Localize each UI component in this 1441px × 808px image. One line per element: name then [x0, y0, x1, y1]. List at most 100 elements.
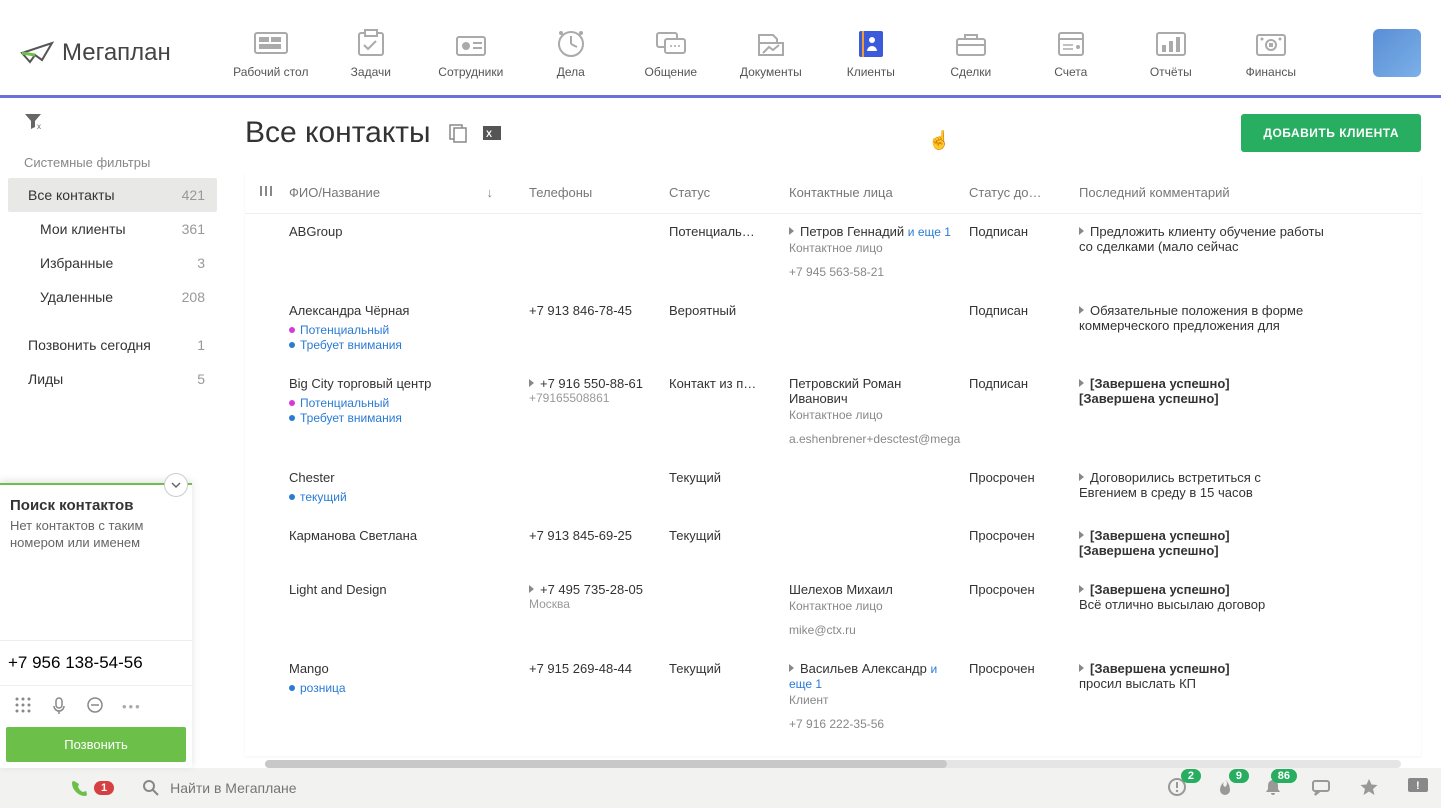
row-name: Big City торговый центр [289, 376, 513, 391]
nav-item-8[interactable]: Счета [1031, 27, 1111, 79]
sidebar-item-label: Удаленные [40, 289, 113, 305]
row-status: Потенциаль… [661, 214, 781, 294]
tag: Потенциальный [289, 396, 389, 410]
dialpad-icon[interactable] [14, 696, 32, 717]
nav-item-2[interactable]: Сотрудники [431, 27, 511, 79]
nav-icon [951, 27, 991, 59]
nav-label: Документы [740, 65, 802, 79]
main: x Системные фильтры Все контакты421Мои к… [0, 98, 1441, 768]
row-contact-extra: a.eshenbrener+desctest@mega [789, 432, 953, 446]
mic-icon[interactable] [50, 696, 68, 717]
user-avatar[interactable] [1373, 29, 1421, 77]
bell-icon[interactable]: 86 [1263, 777, 1283, 800]
row-contact-name: Шелехов Михаил [789, 582, 893, 597]
row-deal-status: Подписан [961, 293, 1071, 366]
col-phone[interactable]: Телефоны [521, 172, 661, 214]
row-contact-more[interactable]: и еще 1 [908, 225, 951, 239]
nav-item-0[interactable]: Рабочий стол [231, 27, 311, 79]
row-phone-sub: Москва [529, 597, 653, 611]
phone-badge: 1 [94, 781, 114, 795]
sidebar-item[interactable]: Мои клиенты361 [0, 212, 225, 246]
table-row[interactable]: Стенков Илья +79158741593 [245, 745, 1421, 756]
horizontal-scrollbar[interactable] [265, 760, 1401, 768]
row-contact-sub: Контактное лицо [789, 599, 953, 613]
footer-search-input[interactable] [170, 780, 1159, 796]
nav-icon [251, 27, 291, 59]
tag: Требует внимания [289, 338, 402, 352]
row-phone: +7 913 846-78-45 [529, 303, 632, 318]
row-comment: [Завершена успешно] [1090, 376, 1230, 391]
sidebar-item[interactable]: Лиды5 [0, 362, 225, 396]
nav-icon [551, 27, 591, 59]
minus-circle-icon[interactable] [86, 696, 104, 717]
table-row[interactable]: ABGroupПотенциаль…Петров Геннадий и еще … [245, 214, 1421, 294]
col-contacts[interactable]: Контактные лица [781, 172, 961, 214]
footer: 1 2 9 86 ! [0, 768, 1441, 808]
nav-item-5[interactable]: Документы [731, 27, 811, 79]
row-deal-status: Просрочен [961, 651, 1071, 745]
nav-item-9[interactable]: Отчёты [1131, 27, 1211, 79]
columns-config-icon[interactable] [259, 184, 273, 198]
filter-icon[interactable]: x [24, 112, 42, 130]
star-icon[interactable] [1359, 777, 1379, 800]
nav-item-1[interactable]: Задачи [331, 27, 411, 79]
row-deal-status: Просрочен [961, 518, 1071, 572]
sidebar-item[interactable]: Все контакты421 [8, 178, 217, 212]
row-contact-name: Петровский Роман Иванович [789, 376, 901, 406]
table-row[interactable]: Карманова Светлана+7 913 845-69-25Текущи… [245, 518, 1421, 572]
nav-item-10[interactable]: Финансы [1231, 27, 1311, 79]
nav-item-3[interactable]: Дела [531, 27, 611, 79]
content: Все контакты X ДОБАВИТЬ КЛИЕНТА ФИО/Назв… [225, 98, 1441, 768]
alert-icon[interactable]: 2 [1167, 777, 1187, 800]
call-number-input[interactable] [0, 640, 192, 686]
row-contact-name: Петров Геннадий [800, 224, 904, 239]
footer-icons: 2 9 86 ! [1167, 777, 1429, 800]
row-name: Chester [289, 470, 513, 485]
nav-icon [451, 27, 491, 59]
nav-label: Задачи [351, 65, 391, 79]
col-name[interactable]: ФИО/Название ↓ [281, 172, 521, 214]
sidebar-item[interactable]: Удаленные 208 [0, 280, 225, 314]
sidebar-item[interactable]: Избранные3 [0, 246, 225, 280]
row-name: Александра Чёрная [289, 303, 513, 318]
tag: розница [289, 681, 346, 695]
footer-phone[interactable]: 1 [70, 779, 114, 797]
header: Мегаплан Рабочий стол Задачи Сотрудники Дел… [0, 0, 1441, 98]
copy-columns-icon[interactable] [447, 122, 469, 144]
row-status: Текущий [661, 460, 781, 518]
sidebar-item-count: 5 [197, 371, 205, 387]
row-phone-sub: +79165508861 [529, 391, 653, 405]
call-widget-subtitle: Нет контактов с таким номером или именем [10, 518, 182, 552]
sidebar-item-count: 208 [182, 289, 205, 305]
phone-icon [70, 779, 88, 797]
excel-icon[interactable]: X [481, 122, 503, 144]
table-row[interactable]: Mangoрозница+7 915 269-48-44ТекущийВасил… [245, 651, 1421, 745]
table-row[interactable]: Big City торговый центрПотенциальныйТреб… [245, 366, 1421, 460]
sidebar-heading: Системные фильтры [0, 147, 225, 178]
nav-item-7[interactable]: Сделки [931, 27, 1011, 79]
table-row[interactable]: Александра ЧёрнаяПотенциальныйТребует вн… [245, 293, 1421, 366]
footer-search[interactable] [142, 779, 1159, 797]
table-row[interactable]: Light and Design+7 495 735-28-05МоскваШе… [245, 572, 1421, 651]
row-status: Вероятный [661, 293, 781, 366]
row-comment: Обязательные положения в форме [1090, 303, 1303, 318]
table-row[interactable]: ChesterтекущийТекущийПросроченДоговорили… [245, 460, 1421, 518]
row-contact-extra: mike@ctx.ru [789, 623, 953, 637]
add-client-button[interactable]: ДОБАВИТЬ КЛИЕНТА [1241, 114, 1421, 152]
call-button[interactable]: Позвонить [6, 727, 186, 762]
chat-icon[interactable] [1311, 777, 1331, 800]
call-tools: ••• [0, 686, 192, 727]
nav-item-6[interactable]: Клиенты [831, 27, 911, 79]
fire-icon[interactable]: 9 [1215, 777, 1235, 800]
more-icon[interactable]: ••• [122, 699, 142, 714]
row-comment: [Завершена успешно] [1090, 661, 1230, 676]
nav-icon [1051, 27, 1091, 59]
col-status[interactable]: Статус [661, 172, 781, 214]
col-deal-status[interactable]: Статус до… [961, 172, 1071, 214]
call-widget: Поиск контактов Нет контактов с таким но… [0, 483, 192, 768]
logo[interactable]: Мегаплан [20, 39, 171, 67]
feedback-icon[interactable]: ! [1407, 777, 1429, 800]
nav-item-4[interactable]: Общение [631, 27, 711, 79]
col-comment[interactable]: Последний комментарий [1071, 172, 1421, 214]
sidebar-item[interactable]: Позвонить сегодня1 [0, 328, 225, 362]
